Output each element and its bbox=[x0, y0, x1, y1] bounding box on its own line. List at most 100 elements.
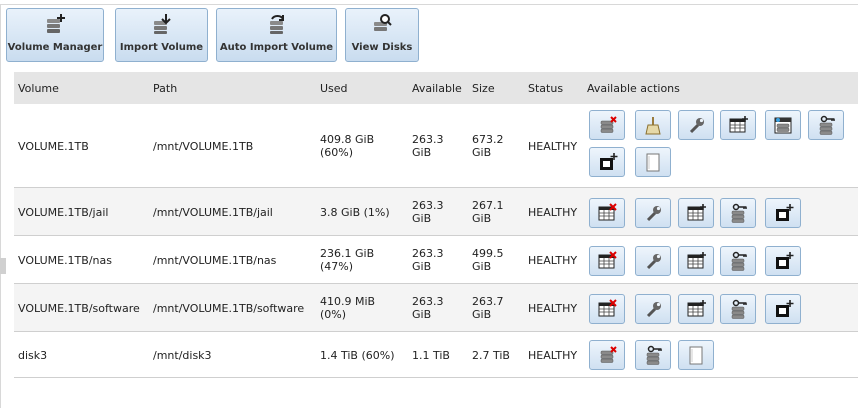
action-button-create-snapshot[interactable] bbox=[765, 294, 801, 324]
change-permissions-icon bbox=[819, 115, 835, 135]
used-space: 236.1 GiB (47%) bbox=[320, 247, 374, 273]
column-header-used[interactable]: Used bbox=[320, 82, 348, 95]
create-snapshot-icon bbox=[775, 203, 793, 221]
action-button-edit-options[interactable] bbox=[635, 294, 671, 324]
column-header-volume[interactable]: Volume bbox=[18, 82, 59, 95]
volume-manager-button[interactable]: Volume Manager bbox=[6, 8, 104, 62]
action-button-scrub-volume[interactable] bbox=[635, 110, 671, 140]
available-space-line: GiB bbox=[412, 212, 432, 225]
create-dataset-icon bbox=[729, 115, 748, 132]
table-row[interactable]: disk3/mnt/disk3 1.4 TiB (60%) 1.1 TiB 2.7 T… bbox=[14, 332, 858, 378]
volume-status-line: HEALTHY bbox=[528, 140, 578, 153]
available-space-line: 263.3 bbox=[412, 247, 444, 260]
action-button-edit-options[interactable] bbox=[678, 110, 714, 140]
action-button-change-permissions[interactable] bbox=[720, 198, 756, 228]
table-row[interactable]: VOLUME.1TB/nas/mnt/VOLUME.1TB/nas 236.1 G… bbox=[14, 236, 858, 284]
volume-name-line: disk3 bbox=[18, 349, 48, 362]
volume-path-line: /mnt/VOLUME.1TB/jail bbox=[153, 206, 273, 219]
action-button-create-dataset[interactable] bbox=[720, 110, 756, 140]
volume-name: disk3 bbox=[18, 349, 47, 362]
action-button-delete-dataset[interactable] bbox=[589, 198, 625, 228]
action-button-create-dataset[interactable] bbox=[678, 198, 714, 228]
delete-dataset-icon bbox=[598, 250, 617, 268]
volume-size-line: GiB bbox=[472, 146, 492, 159]
action-button-create-dataset[interactable] bbox=[678, 294, 714, 324]
available-space-line: 263.3 bbox=[412, 295, 444, 308]
volume-size-line: 267.1 bbox=[472, 199, 504, 212]
change-permissions-icon bbox=[731, 299, 747, 319]
action-button-edit-options[interactable] bbox=[635, 198, 671, 228]
action-button-change-permissions[interactable] bbox=[720, 246, 756, 276]
available-space: 1.1 TiB bbox=[412, 349, 450, 362]
action-button-volume-status[interactable] bbox=[678, 340, 714, 370]
available-space: 263.3 GiB bbox=[412, 133, 444, 159]
edit-options-icon bbox=[646, 301, 661, 317]
volume-size: 2.7 TiB bbox=[472, 349, 510, 362]
volume-status: HEALTHY bbox=[528, 254, 577, 267]
action-button-delete-dataset[interactable] bbox=[589, 246, 625, 276]
volume-path-line: /mnt/VOLUME.1TB/software bbox=[153, 302, 305, 315]
frame-border-left bbox=[0, 4, 1, 408]
import-volume-button[interactable]: Import Volume bbox=[115, 8, 208, 62]
scrub-volume-icon bbox=[644, 116, 661, 134]
column-header-status[interactable]: Status bbox=[528, 82, 563, 95]
volume-path: /mnt/VOLUME.1TB/jail bbox=[153, 206, 273, 219]
action-button-detach-volume[interactable] bbox=[589, 110, 625, 140]
create-snapshot-icon bbox=[775, 251, 793, 269]
view-disks-button[interactable]: View Disks bbox=[345, 8, 419, 62]
volume-path: /mnt/VOLUME.1TB/nas bbox=[153, 254, 276, 267]
auto-import-volume-button[interactable]: Auto Import Volume bbox=[216, 8, 337, 62]
available-space-line: GiB bbox=[412, 260, 432, 273]
action-button-delete-dataset[interactable] bbox=[589, 294, 625, 324]
column-header-available[interactable]: Available bbox=[412, 82, 462, 95]
action-button-edit-options[interactable] bbox=[635, 246, 671, 276]
used-space: 410.9 MiB (0%) bbox=[320, 295, 375, 321]
table-row[interactable]: VOLUME.1TB/mnt/VOLUME.1TB 409.8 GiB (60%) 2… bbox=[14, 104, 858, 188]
table-row[interactable]: VOLUME.1TB/software/mnt/VOLUME.1TB/softw… bbox=[14, 284, 858, 332]
frame-border-top bbox=[0, 4, 858, 5]
volume-size: 267.1 GiB bbox=[472, 199, 504, 225]
disk-add-icon bbox=[47, 14, 65, 33]
volume-path: /mnt/VOLUME.1TB bbox=[153, 140, 253, 153]
action-button-create-snapshot[interactable] bbox=[765, 246, 801, 276]
available-space: 263.3 GiB bbox=[412, 199, 444, 225]
detach-volume-icon bbox=[600, 345, 617, 363]
disk-import-icon bbox=[153, 14, 171, 34]
column-header-size[interactable]: Size bbox=[472, 82, 495, 95]
action-button-change-permissions[interactable] bbox=[808, 110, 844, 140]
resize-handle[interactable] bbox=[0, 258, 6, 274]
action-button-create-snapshot[interactable] bbox=[765, 198, 801, 228]
action-button-volume-status[interactable] bbox=[635, 147, 671, 177]
disk-auto-import-icon bbox=[269, 15, 284, 34]
column-header-actions: Available actions bbox=[587, 82, 680, 95]
change-permissions-icon bbox=[646, 345, 662, 365]
available-space-line: GiB bbox=[412, 308, 432, 321]
volume-path-line: /mnt/VOLUME.1TB bbox=[153, 140, 254, 153]
action-button-create-zvol[interactable] bbox=[765, 110, 801, 140]
create-snapshot-icon bbox=[599, 152, 617, 170]
volume-name-line: VOLUME.1TB/software bbox=[18, 302, 140, 315]
action-button-detach-volume[interactable] bbox=[589, 340, 625, 370]
change-permissions-icon bbox=[731, 251, 747, 271]
action-button-change-permissions[interactable] bbox=[720, 294, 756, 324]
volume-size-line: 499.5 bbox=[472, 247, 504, 260]
used-space-line: 1.4 TiB (60%) bbox=[320, 349, 395, 362]
volume-name: VOLUME.1TB/jail bbox=[18, 206, 108, 219]
action-button-create-snapshot[interactable] bbox=[589, 147, 625, 177]
import-volume-label: Import Volume bbox=[119, 42, 204, 53]
table-row[interactable]: VOLUME.1TB/jail/mnt/VOLUME.1TB/jail 3.8 G… bbox=[14, 188, 858, 236]
create-dataset-icon bbox=[687, 299, 706, 316]
volume-name: VOLUME.1TB/software bbox=[18, 302, 140, 315]
volume-size: 673.2 GiB bbox=[472, 133, 504, 159]
column-header-path[interactable]: Path bbox=[153, 82, 177, 95]
volume-path: /mnt/VOLUME.1TB/software bbox=[153, 302, 304, 315]
action-button-create-dataset[interactable] bbox=[678, 246, 714, 276]
create-dataset-icon bbox=[687, 251, 706, 268]
volume-size-line: 2.7 TiB bbox=[472, 349, 510, 362]
action-button-change-permissions[interactable] bbox=[635, 340, 671, 370]
delete-dataset-icon bbox=[598, 202, 617, 220]
volume-path-line: /mnt/disk3 bbox=[153, 349, 212, 362]
auto-import-volume-label: Auto Import Volume bbox=[219, 42, 334, 53]
volume-name: VOLUME.1TB bbox=[18, 140, 89, 153]
volume-name-line: VOLUME.1TB bbox=[18, 140, 89, 153]
